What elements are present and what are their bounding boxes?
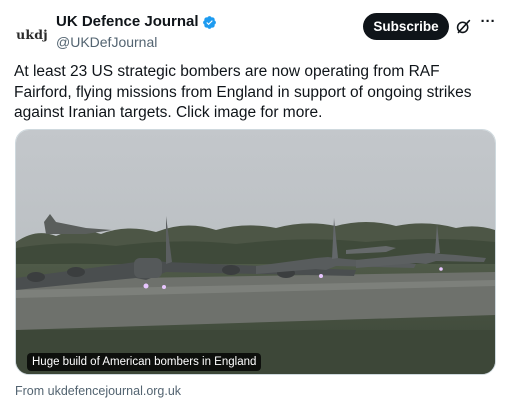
link-source[interactable]: From ukdefencejournal.org.uk: [15, 384, 181, 398]
bombers-photo: [16, 130, 495, 374]
grok-icon[interactable]: [455, 18, 472, 35]
avatar[interactable]: ukdj: [12, 14, 52, 54]
tweet-text: At least 23 US strategic bombers are now…: [14, 63, 472, 121]
tweet-media-image[interactable]: Huge build of American bombers in Englan…: [15, 129, 496, 375]
verified-badge-icon[interactable]: [202, 15, 217, 30]
display-name[interactable]: UK Defence Journal: [56, 13, 199, 31]
handle[interactable]: @UKDefJournal: [56, 34, 217, 51]
more-icon[interactable]: ···: [479, 14, 497, 33]
subscribe-button[interactable]: Subscribe: [363, 13, 449, 40]
account-info: UK Defence Journal @UKDefJournal: [56, 13, 217, 51]
avatar-logo-text: ukdj: [16, 26, 48, 42]
media-caption: Huge build of American bombers in Englan…: [27, 353, 262, 371]
